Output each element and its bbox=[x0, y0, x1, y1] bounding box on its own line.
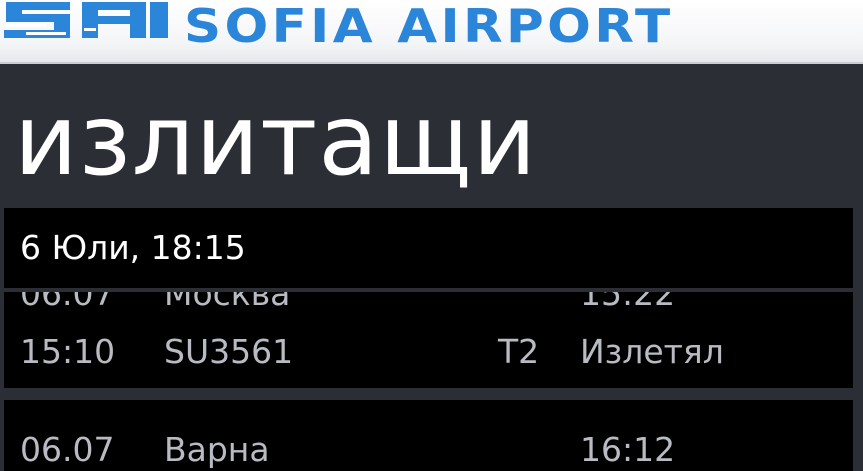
flight-row[interactable]: 06.07 Москва 15:22 15:10 SU3561 T2 Излет… bbox=[4, 292, 853, 388]
flight-date: 06.07 bbox=[20, 430, 115, 469]
flight-date: 06.07 bbox=[20, 292, 115, 313]
date-time-header: 6 Юли, 18:15 bbox=[4, 208, 853, 288]
flight-scheduled-time: 15:10 bbox=[20, 332, 116, 371]
flight-row[interactable]: 06.07 Варна 16:12 bbox=[4, 400, 853, 471]
flight-terminal: T2 bbox=[498, 332, 540, 371]
airport-name-logo: SOFIA AIRPORT bbox=[184, 0, 674, 53]
flight-destination: Варна bbox=[164, 430, 270, 469]
departures-list[interactable]: 06.07 Москва 15:22 15:10 SU3561 T2 Излет… bbox=[0, 292, 863, 471]
current-date-time: 6 Юли, 18:15 bbox=[20, 228, 246, 267]
flight-actual-time: 15:22 bbox=[580, 292, 676, 313]
app-window: SOFIA AIRPORT излитащи 6 Юли, 18:15 06.0… bbox=[0, 0, 863, 471]
page-title: излитащи bbox=[14, 84, 538, 198]
flight-number: SU3561 bbox=[164, 332, 294, 371]
flight-destination: Москва bbox=[164, 292, 291, 313]
flight-actual-time: 16:12 bbox=[580, 430, 676, 469]
flight-status: Излетял bbox=[580, 332, 724, 371]
sofia-airport-logo-icon bbox=[4, 2, 168, 38]
app-header: SOFIA AIRPORT bbox=[0, 0, 863, 64]
